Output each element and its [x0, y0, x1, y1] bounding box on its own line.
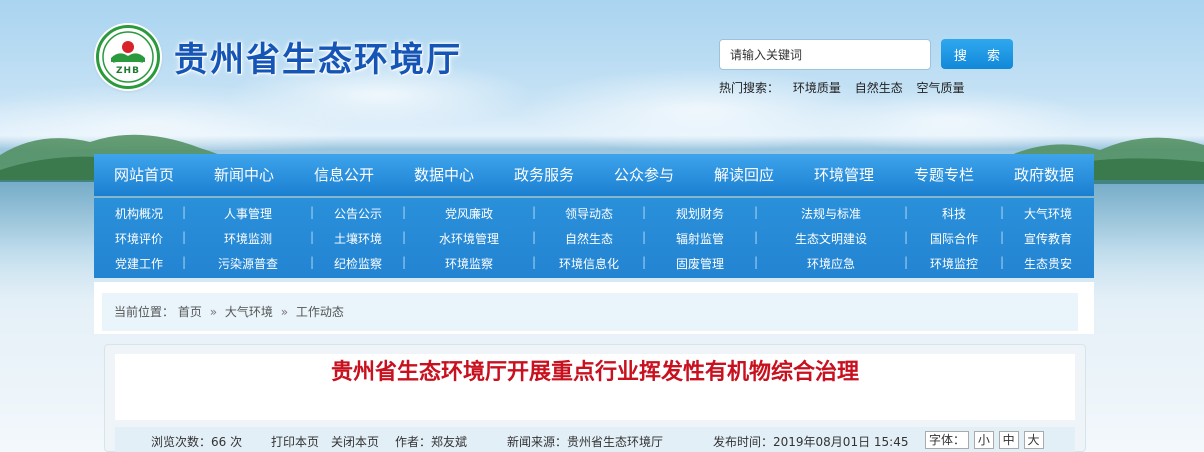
breadcrumb-label: 当前位置： [114, 305, 175, 319]
breadcrumb-home[interactable]: 首页 [178, 305, 202, 319]
sub-nav-item[interactable]: 规划财务 [642, 205, 756, 222]
article-container: 贵州省生态环境厅开展重点行业挥发性有机物综合治理 浏览次数：66 次 打印本页 … [104, 344, 1086, 452]
sub-nav-item[interactable]: 环境评价 [94, 230, 184, 247]
breadcrumb-current[interactable]: 工作动态 [296, 305, 344, 319]
breadcrumb: 当前位置： 首页 » 大气环境 » 工作动态 [102, 293, 1078, 331]
sub-nav-item[interactable]: 辐射监管 [642, 230, 756, 247]
sub-nav-item[interactable]: 党建工作 [94, 255, 184, 272]
nav-item-management[interactable]: 环境管理 [794, 154, 894, 196]
sub-nav: 机构概况 人事管理 公告公示 党风廉政 领导动态 规划财务 法规与标准 科技 大… [94, 198, 1094, 278]
sub-nav-item[interactable]: 公告公示 [310, 205, 404, 222]
sub-nav-item[interactable]: 纪检监察 [310, 255, 404, 272]
sub-nav-item[interactable]: 党风廉政 [402, 205, 534, 222]
nav-item-gov-data[interactable]: 政府数据 [994, 154, 1094, 196]
article-source: 新闻来源：贵州省生态环境厅 [507, 435, 664, 449]
nav-item-data[interactable]: 数据中心 [394, 154, 494, 196]
logo-text: ZHB [116, 66, 140, 76]
nav-item-news[interactable]: 新闻中心 [194, 154, 294, 196]
nav-item-public[interactable]: 公众参与 [594, 154, 694, 196]
view-count: 浏览次数：66 次 [151, 435, 243, 449]
font-size-large-button[interactable]: 大 [1023, 431, 1044, 449]
sub-nav-item[interactable]: 大气环境 [1000, 205, 1094, 222]
breadcrumb-separator: » [209, 305, 218, 319]
font-size-medium-button[interactable]: 中 [998, 431, 1019, 449]
main-nav: 网站首页 新闻中心 信息公开 数据中心 政务服务 公众参与 解读回应 环境管理 … [94, 154, 1094, 196]
font-size-label: 字体： [925, 431, 970, 449]
publish-time: 发布时间：2019年08月01日 15:45 [713, 435, 909, 449]
article-meta: 浏览次数：66 次 打印本页 关闭本页 作者：郑友斌 新闻来源：贵州省生态环境厅… [115, 427, 1075, 452]
sub-nav-item[interactable]: 生态文明建设 [754, 230, 906, 247]
sub-nav-item[interactable]: 环境信息化 [532, 255, 644, 272]
hot-search: 热门搜索： 环境质量 自然生态 空气质量 [719, 79, 975, 96]
nav-item-services[interactable]: 政务服务 [494, 154, 594, 196]
site-logo[interactable]: ZHB [96, 25, 160, 89]
sub-nav-item[interactable]: 污染源普查 [182, 255, 312, 272]
sub-nav-row: 党建工作 污染源普查 纪检监察 环境监察 环境信息化 固废管理 环境应急 环境监… [94, 251, 1094, 276]
sub-nav-item[interactable]: 机构概况 [94, 205, 184, 222]
breadcrumb-section[interactable]: 大气环境 [225, 305, 273, 319]
sub-nav-item[interactable]: 自然生态 [532, 230, 644, 247]
hot-search-link[interactable]: 自然生态 [855, 81, 903, 95]
sub-nav-row: 机构概况 人事管理 公告公示 党风廉政 领导动态 规划财务 法规与标准 科技 大… [94, 201, 1094, 226]
sub-nav-row: 环境评价 环境监测 土壤环境 水环境管理 自然生态 辐射监管 生态文明建设 国际… [94, 226, 1094, 251]
hot-search-label: 热门搜索： [719, 81, 780, 95]
sub-nav-item[interactable]: 科技 [904, 205, 1002, 222]
article-header: 贵州省生态环境厅开展重点行业挥发性有机物综合治理 [115, 354, 1075, 420]
sub-nav-item[interactable]: 宣传教育 [1000, 230, 1094, 247]
sub-nav-item[interactable]: 固废管理 [642, 255, 756, 272]
sub-nav-item[interactable]: 生态贵安 [1000, 255, 1094, 272]
font-size-small-button[interactable]: 小 [973, 431, 994, 449]
article-author: 作者：郑友斌 [395, 435, 468, 449]
sub-nav-item[interactable]: 环境监控 [904, 255, 1002, 272]
sub-nav-item[interactable]: 水环境管理 [402, 230, 534, 247]
sub-nav-item[interactable]: 土壤环境 [310, 230, 404, 247]
hot-search-link[interactable]: 环境质量 [793, 81, 841, 95]
logo-emblem-icon [102, 31, 154, 83]
sub-nav-item[interactable]: 环境监察 [402, 255, 534, 272]
font-size-control: 字体： 小 中 大 [925, 431, 1044, 449]
nav-item-topics[interactable]: 专题专栏 [894, 154, 994, 196]
sub-nav-item[interactable]: 法规与标准 [754, 205, 906, 222]
sub-nav-item[interactable]: 人事管理 [182, 205, 312, 222]
sub-nav-item[interactable]: 领导动态 [532, 205, 644, 222]
nav-item-info[interactable]: 信息公开 [294, 154, 394, 196]
article-title: 贵州省生态环境厅开展重点行业挥发性有机物综合治理 [330, 360, 859, 385]
search-button[interactable]: 搜 索 [941, 39, 1013, 69]
close-page-link[interactable]: 关闭本页 [331, 433, 379, 450]
breadcrumb-separator: » [280, 305, 289, 319]
print-page-link[interactable]: 打印本页 [271, 433, 319, 450]
site-title[interactable]: 贵州省生态环境厅 [174, 32, 462, 81]
nav-item-home[interactable]: 网站首页 [94, 154, 194, 196]
sub-nav-item[interactable]: 环境应急 [754, 255, 906, 272]
nav-item-interpretation[interactable]: 解读回应 [694, 154, 794, 196]
breadcrumb-container: 当前位置： 首页 » 大气环境 » 工作动态 [94, 282, 1094, 334]
hot-search-link[interactable]: 空气质量 [917, 81, 965, 95]
sub-nav-item[interactable]: 国际合作 [904, 230, 1002, 247]
sub-nav-item[interactable]: 环境监测 [182, 230, 312, 247]
search-input[interactable] [719, 39, 931, 70]
